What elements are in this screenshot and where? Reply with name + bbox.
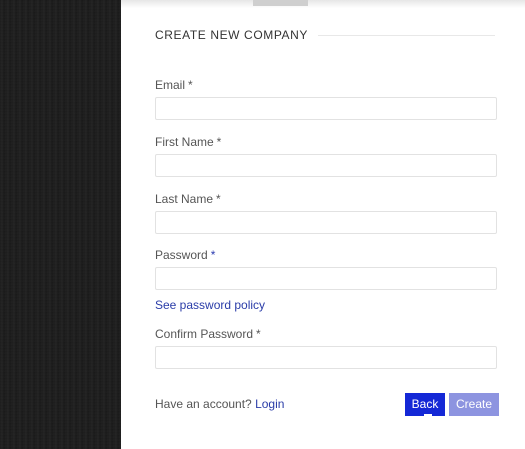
- password-label-row: Password *: [155, 248, 215, 262]
- first-name-label: First Name: [155, 135, 214, 149]
- email-field[interactable]: [155, 97, 497, 120]
- login-link[interactable]: Login: [255, 397, 284, 411]
- email-input[interactable]: [156, 98, 496, 119]
- confirm-password-label-row: Confirm Password *: [155, 327, 261, 341]
- last-name-field[interactable]: [155, 211, 497, 234]
- back-button[interactable]: Back: [405, 393, 445, 416]
- email-label-row: Email *: [155, 78, 193, 92]
- form-heading-row: CREATE NEW COMPANY: [155, 27, 495, 43]
- form-heading: CREATE NEW COMPANY: [155, 28, 309, 42]
- confirm-password-input[interactable]: [156, 347, 496, 368]
- background-texture: [0, 0, 121, 449]
- heading-divider: [318, 34, 495, 36]
- password-required-mark: *: [210, 248, 216, 262]
- confirm-password-required-mark: *: [256, 327, 261, 341]
- password-field[interactable]: [155, 267, 497, 290]
- confirm-password-field[interactable]: [155, 346, 497, 369]
- password-label: Password: [155, 248, 208, 262]
- password-policy-link[interactable]: See password policy: [155, 298, 265, 312]
- first-name-input[interactable]: [156, 155, 496, 176]
- first-name-required-mark: *: [216, 135, 222, 149]
- first-name-field[interactable]: [155, 154, 497, 177]
- last-name-input[interactable]: [156, 212, 496, 233]
- password-input[interactable]: [156, 268, 496, 289]
- top-tab-indicator: [253, 0, 308, 6]
- email-label: Email: [155, 78, 186, 92]
- have-account-text: Have an account?: [155, 397, 252, 411]
- login-prompt: Have an account? Login: [155, 397, 284, 411]
- email-required-mark: *: [188, 78, 193, 92]
- first-name-label-row: First Name *: [155, 135, 221, 149]
- confirm-password-label: Confirm Password: [155, 327, 254, 341]
- create-button[interactable]: Create: [449, 393, 499, 416]
- last-name-label-row: Last Name *: [155, 192, 221, 206]
- last-name-required-mark: *: [216, 192, 221, 206]
- last-name-label: Last Name: [155, 192, 214, 206]
- top-shadow: [121, 0, 525, 8]
